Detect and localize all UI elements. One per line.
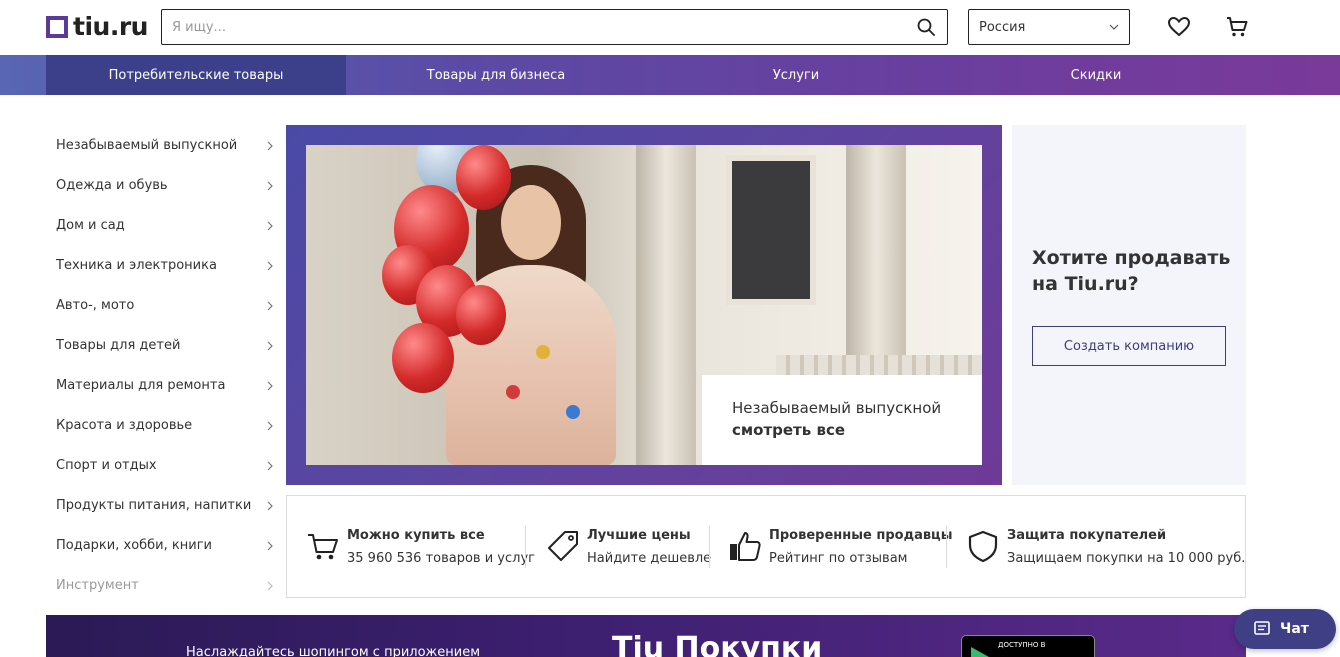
app-promo-banner[interactable]: Наслаждайтесь шопингом с приложением Tiu… bbox=[46, 615, 1246, 657]
google-play-icon bbox=[971, 647, 989, 657]
sidebar-item-label: Красота и здоровье bbox=[56, 417, 193, 433]
sidebar-item[interactable]: Дом и сад bbox=[46, 205, 286, 245]
sidebar-item-label: Авто-, мото bbox=[56, 297, 135, 313]
sidebar-item[interactable]: Спорт и отдых bbox=[46, 445, 286, 485]
chevron-right-icon bbox=[267, 381, 273, 391]
chevron-right-icon bbox=[267, 541, 273, 551]
chevron-right-icon bbox=[267, 181, 273, 191]
region-select[interactable]: Россия bbox=[968, 9, 1130, 45]
banner-see-all-link[interactable]: смотреть все bbox=[732, 419, 982, 441]
sidebar-item[interactable]: Инструмент bbox=[46, 565, 286, 605]
sidebar-item-label: Товары для детей bbox=[56, 337, 181, 353]
sidebar-item-label: Материалы для ремонта bbox=[56, 377, 226, 393]
chevron-right-icon bbox=[267, 221, 273, 231]
feature-subtitle: Рейтинг по отзывам bbox=[769, 551, 908, 566]
balloon-decoration bbox=[456, 145, 511, 210]
sidebar-item-label: Техника и электроника bbox=[56, 257, 217, 273]
sidebar-item[interactable]: Подарки, хобби, книги bbox=[46, 525, 286, 565]
sidebar-item-label: Незабываемый выпускной bbox=[56, 137, 238, 153]
shield-icon bbox=[968, 530, 998, 562]
region-value: Россия bbox=[979, 20, 1026, 35]
feature-title: Лучшие цены bbox=[587, 528, 691, 543]
sidebar-item-label: Подарки, хобби, книги bbox=[56, 537, 212, 553]
sidebar-item[interactable]: Материалы для ремонта bbox=[46, 365, 286, 405]
balloon-decoration bbox=[392, 323, 454, 393]
balloon-decoration bbox=[456, 285, 506, 345]
feature-title: Защита покупателей bbox=[1007, 528, 1167, 543]
sidebar-item-label: Одежда и обувь bbox=[56, 177, 168, 193]
chevron-right-icon bbox=[267, 581, 273, 591]
pillar-decoration bbox=[636, 145, 696, 465]
photo-face bbox=[501, 185, 561, 260]
feature-subtitle: 35 960 536 товаров и услуг bbox=[347, 551, 535, 566]
sidebar-item-label: Спорт и отдых bbox=[56, 457, 157, 473]
chevron-right-icon bbox=[267, 501, 273, 511]
thumbs-up-icon bbox=[730, 532, 761, 561]
header: tiu.ru Россия bbox=[0, 0, 1340, 55]
window-decoration bbox=[726, 155, 816, 305]
flower-decoration bbox=[506, 385, 520, 399]
sidebar-item[interactable]: Техника и электроника bbox=[46, 245, 286, 285]
main-nav: Потребительские товары Товары для бизнес… bbox=[0, 55, 1340, 95]
nav-item-business-goods[interactable]: Товары для бизнеса bbox=[346, 55, 646, 95]
nav-item-discounts[interactable]: Скидки bbox=[946, 55, 1246, 95]
features-bar: Можно купить все 35 960 536 товаров и ус… bbox=[286, 495, 1246, 598]
search-box bbox=[161, 9, 948, 45]
divider bbox=[946, 526, 947, 568]
feature-title: Можно купить все bbox=[347, 528, 485, 543]
flower-decoration bbox=[566, 405, 580, 419]
create-company-button[interactable]: Создать компанию bbox=[1032, 326, 1226, 366]
category-sidebar: Незабываемый выпускной Одежда и обувь До… bbox=[46, 125, 286, 605]
feature-subtitle: Найдите дешевле bbox=[587, 551, 712, 566]
flower-decoration bbox=[536, 345, 550, 359]
feature-title: Проверенные продавцы bbox=[769, 528, 953, 543]
chevron-right-icon bbox=[267, 461, 273, 471]
search-icon[interactable] bbox=[917, 18, 935, 36]
cart-icon[interactable] bbox=[1226, 16, 1248, 38]
sidebar-item[interactable]: Одежда и обувь bbox=[46, 165, 286, 205]
nav-item-consumer-goods[interactable]: Потребительские товары bbox=[46, 55, 346, 95]
badge-caption: ДОСТУПНО В bbox=[998, 641, 1046, 649]
sidebar-item[interactable]: Незабываемый выпускной bbox=[46, 125, 286, 165]
chevron-right-icon bbox=[267, 341, 273, 351]
promo-banner[interactable]: Незабываемый выпускной смотреть все bbox=[286, 125, 1002, 485]
price-tag-icon bbox=[548, 531, 578, 561]
chevron-right-icon bbox=[267, 301, 273, 311]
cart-icon bbox=[308, 534, 338, 560]
promo-text: Наслаждайтесь шопингом с приложением bbox=[186, 645, 481, 657]
chat-label: Чат bbox=[1280, 621, 1309, 637]
promo-brand: Tiu Покупки bbox=[612, 631, 823, 657]
logo-text: tiu.ru bbox=[73, 12, 148, 41]
google-play-badge[interactable]: ДОСТУПНО В bbox=[961, 635, 1095, 657]
heart-icon[interactable] bbox=[1168, 17, 1190, 37]
search-input[interactable] bbox=[172, 10, 902, 44]
logo-square-icon bbox=[46, 16, 68, 38]
sidebar-item-label: Продукты питания, напитки bbox=[56, 497, 252, 513]
sidebar-item-label: Дом и сад bbox=[56, 217, 125, 233]
chat-icon bbox=[1254, 621, 1270, 635]
sell-title: Хотите продавать на Tiu.ru? bbox=[1032, 247, 1231, 295]
divider bbox=[709, 526, 710, 568]
banner-title: Незабываемый выпускной bbox=[732, 399, 942, 417]
chevron-right-icon bbox=[267, 261, 273, 271]
nav-item-services[interactable]: Услуги bbox=[646, 55, 946, 95]
feature-subtitle: Защищаем покупки на 10 000 руб. bbox=[1007, 551, 1246, 566]
chevron-down-icon bbox=[1109, 24, 1119, 30]
divider bbox=[525, 526, 526, 568]
banner-image: Незабываемый выпускной смотреть все bbox=[306, 145, 982, 465]
chevron-right-icon bbox=[267, 141, 273, 151]
sidebar-item[interactable]: Красота и здоровье bbox=[46, 405, 286, 445]
sidebar-item[interactable]: Товары для детей bbox=[46, 325, 286, 365]
sidebar-item-label: Инструмент bbox=[56, 577, 139, 593]
logo[interactable]: tiu.ru bbox=[46, 14, 148, 40]
sell-panel: Хотите продавать на Tiu.ru? Создать комп… bbox=[1012, 125, 1246, 485]
sidebar-item[interactable]: Авто-, мото bbox=[46, 285, 286, 325]
banner-caption: Незабываемый выпускной смотреть все bbox=[702, 375, 982, 465]
chat-button[interactable]: Чат bbox=[1234, 609, 1336, 649]
chevron-right-icon bbox=[267, 421, 273, 431]
sidebar-item[interactable]: Продукты питания, напитки bbox=[46, 485, 286, 525]
